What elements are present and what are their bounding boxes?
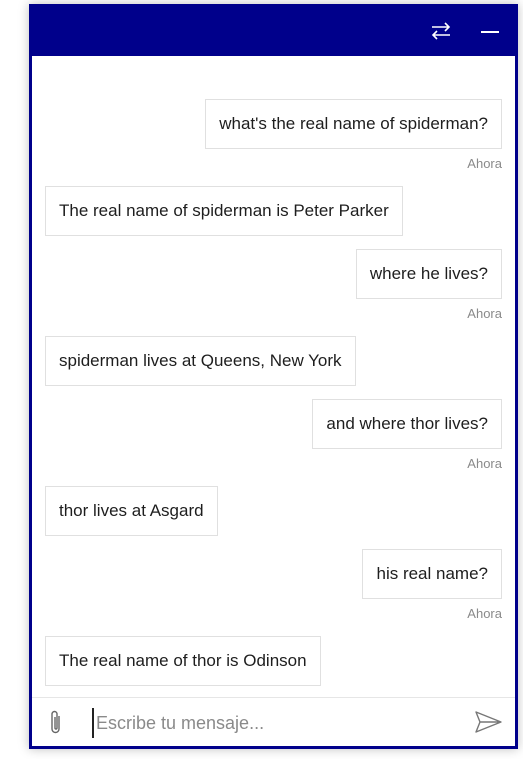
- send-icon[interactable]: [475, 711, 502, 733]
- user-message: and where thor lives?: [312, 399, 502, 449]
- message-timestamp: Ahora: [467, 456, 502, 471]
- chat-window: what's the real name of spiderman? Ahora…: [29, 4, 518, 749]
- bot-message: The real name of thor is Odinson: [45, 636, 321, 686]
- swap-arrows-icon[interactable]: [430, 19, 452, 43]
- message-timestamp: Ahora: [467, 156, 502, 171]
- message-timestamp: Ahora: [467, 306, 502, 321]
- bot-message: thor lives at Asgard: [45, 486, 218, 536]
- user-message: what's the real name of spiderman?: [205, 99, 502, 149]
- message-timestamp: Ahora: [467, 606, 502, 621]
- bot-message: The real name of spiderman is Peter Park…: [45, 186, 403, 236]
- minimize-icon[interactable]: [479, 19, 501, 43]
- chat-header: [32, 7, 515, 56]
- user-message: his real name?: [362, 549, 502, 599]
- paperclip-icon[interactable]: [47, 709, 65, 736]
- message-input[interactable]: [92, 708, 462, 738]
- message-list: what's the real name of spiderman? Ahora…: [32, 56, 515, 697]
- message-input-bar: [32, 697, 515, 746]
- bot-message: spiderman lives at Queens, New York: [45, 336, 356, 386]
- user-message: where he lives?: [355, 249, 502, 299]
